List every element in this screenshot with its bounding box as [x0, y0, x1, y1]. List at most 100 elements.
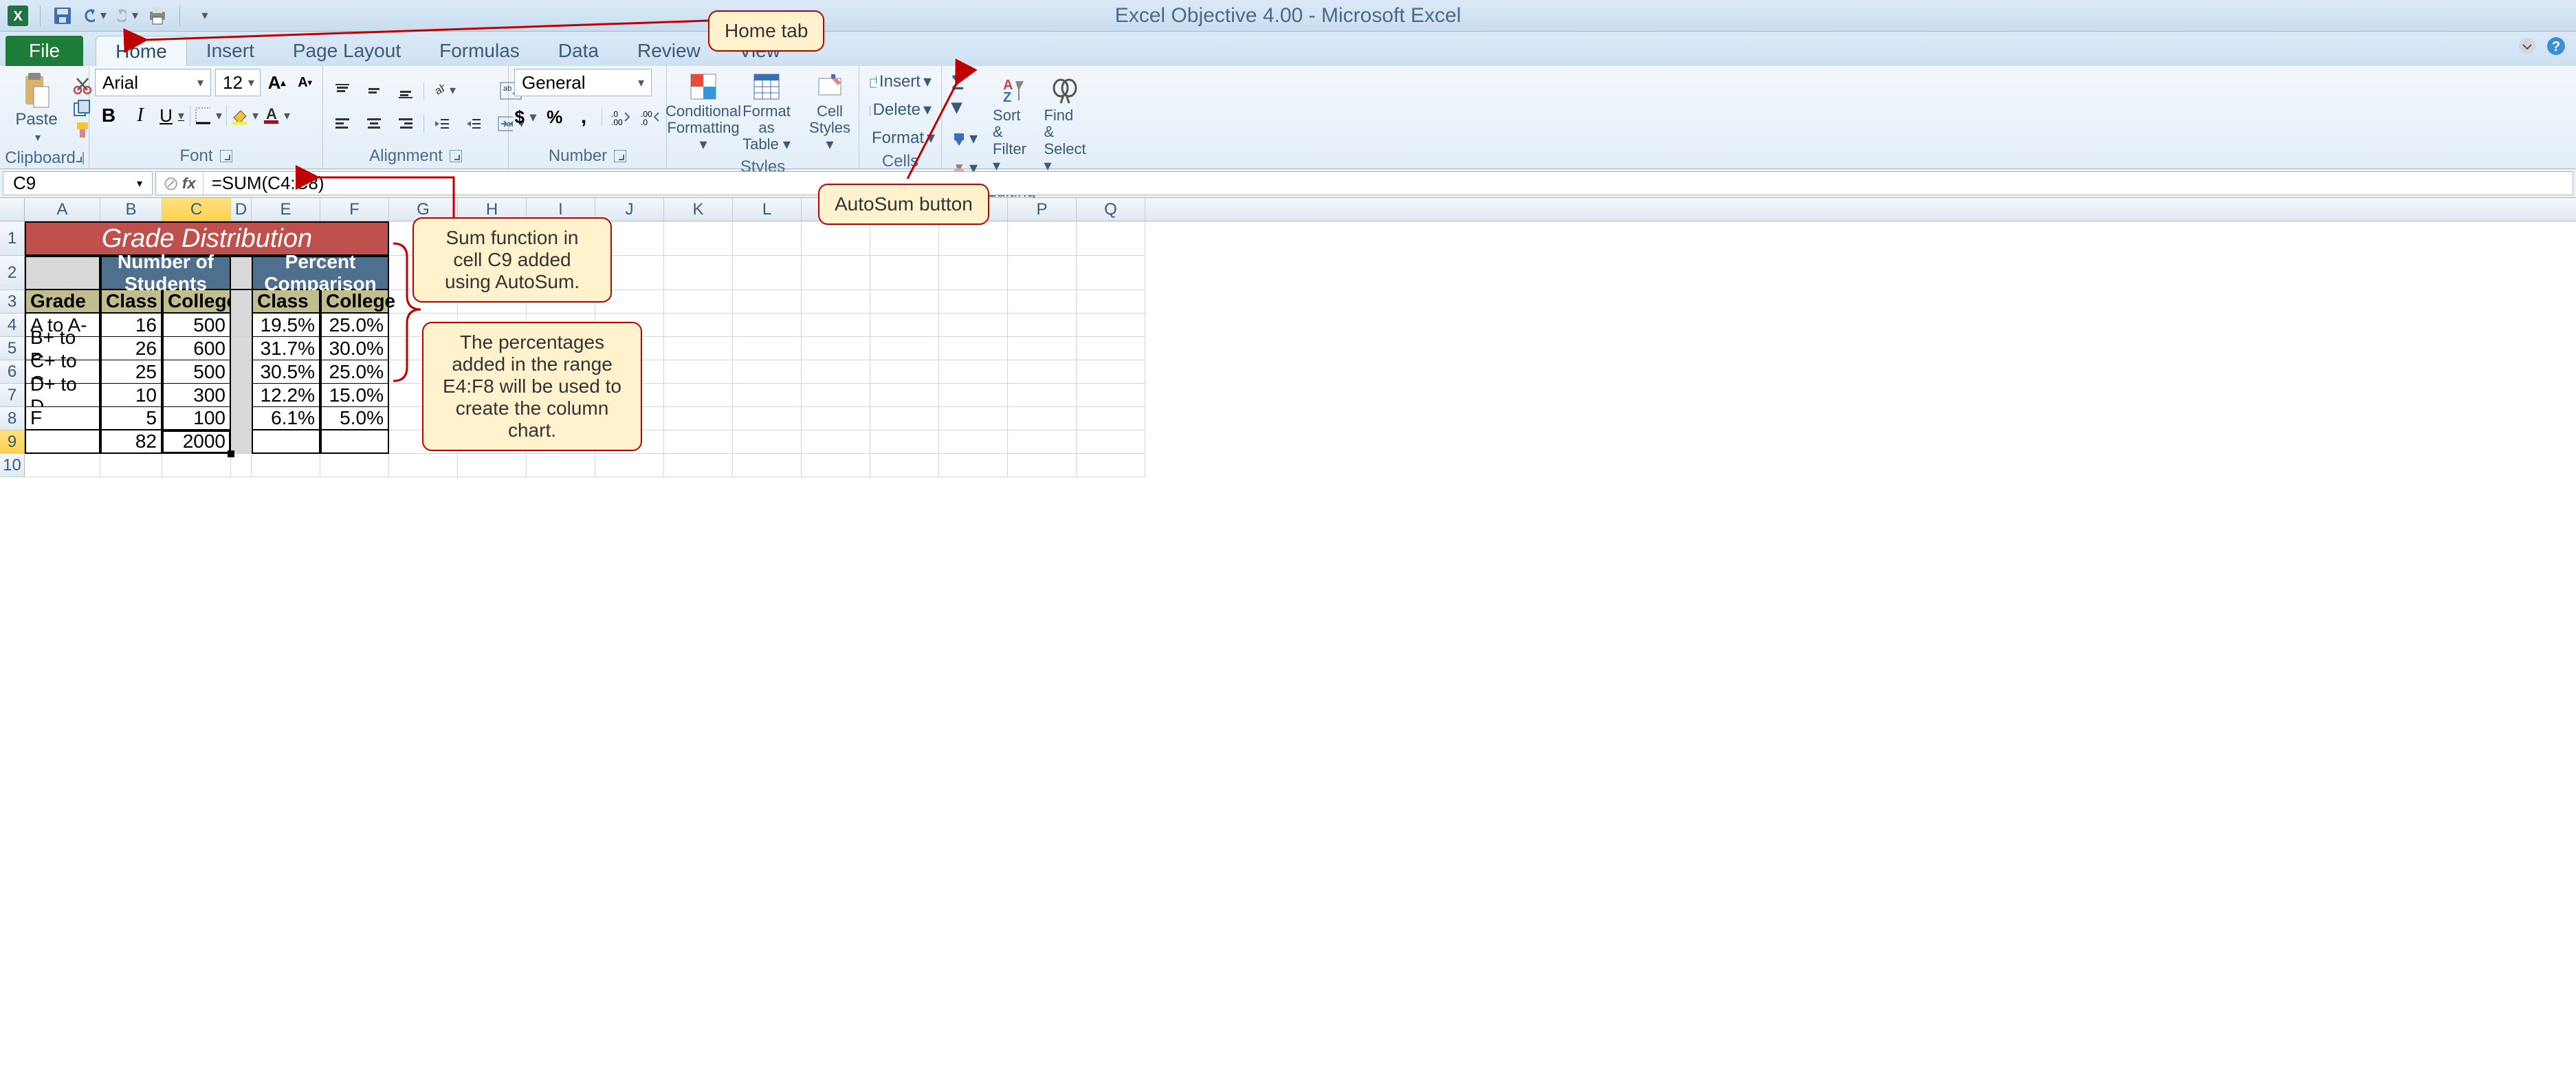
cell-P6[interactable]	[1008, 360, 1077, 384]
cell-O6[interactable]	[939, 360, 1008, 384]
tab-data[interactable]: Data	[539, 36, 618, 66]
cell-N9[interactable]	[870, 430, 939, 454]
italic-button[interactable]: I	[126, 103, 154, 128]
sort-filter-button[interactable]: AZ Sort &Filter ▾	[987, 73, 1035, 177]
border-button[interactable]	[195, 103, 222, 128]
fill-color-button[interactable]	[231, 103, 258, 128]
cell-B10[interactable]	[100, 454, 162, 477]
font-size-combo[interactable]: 12	[215, 69, 261, 96]
cell-college-2[interactable]: 500	[162, 360, 231, 384]
cell-K2[interactable]	[664, 256, 733, 290]
align-center-icon[interactable]	[360, 111, 388, 136]
cell-K5[interactable]	[664, 337, 733, 360]
cell-G10[interactable]	[389, 454, 458, 477]
redo-button[interactable]	[113, 3, 138, 28]
cell-A10[interactable]	[25, 454, 100, 477]
cell-pcollege-2[interactable]: 25.0%	[320, 360, 389, 384]
cell-P2[interactable]	[1008, 256, 1077, 290]
font-name-combo[interactable]: Arial	[95, 69, 211, 96]
cell-Q8[interactable]	[1077, 407, 1145, 430]
col-header-P[interactable]: P	[1008, 198, 1077, 221]
cell-L3[interactable]	[733, 290, 802, 314]
row-header-5[interactable]: 5	[0, 337, 25, 360]
cell-N10[interactable]	[870, 454, 939, 477]
cell-N3[interactable]	[870, 290, 939, 314]
row-header-8[interactable]: 8	[0, 407, 25, 430]
cell-M10[interactable]	[802, 454, 870, 477]
increase-indent-icon[interactable]	[460, 111, 487, 136]
cell-N8[interactable]	[870, 407, 939, 430]
row-header-7[interactable]: 7	[0, 384, 25, 407]
cell-D10[interactable]	[231, 454, 252, 477]
cell-pcollege-0[interactable]: 25.0%	[320, 314, 389, 337]
shrink-font-icon[interactable]: A▾	[293, 70, 317, 95]
cell-P8[interactable]	[1008, 407, 1077, 430]
increase-decimal-icon[interactable]: .0.00	[609, 105, 631, 129]
row-header-1[interactable]: 1	[0, 221, 25, 256]
file-tab[interactable]: File	[5, 36, 83, 66]
align-bottom-icon[interactable]	[392, 78, 419, 103]
conditional-formatting-button[interactable]: ConditionalFormatting ▾	[672, 69, 734, 156]
formula-input[interactable]: =SUM(C4:C8)	[203, 173, 2573, 194]
find-select-button[interactable]: Find &Select ▾	[1041, 73, 1089, 177]
fill-button[interactable]: ▾	[947, 126, 982, 151]
cell-K4[interactable]	[664, 314, 733, 337]
cell-P1[interactable]	[1008, 221, 1077, 256]
col-header-L[interactable]: L	[733, 198, 802, 221]
cell-L1[interactable]	[733, 221, 802, 256]
row-header-10[interactable]: 10	[0, 454, 25, 477]
cell-N1[interactable]	[870, 221, 939, 256]
cell-K1[interactable]	[664, 221, 733, 256]
total-college[interactable]: 2000	[162, 430, 231, 454]
col-class2[interactable]: Class	[252, 290, 320, 314]
cell-O10[interactable]	[939, 454, 1008, 477]
cell-P9[interactable]	[1008, 430, 1077, 454]
font-color-button[interactable]: A	[263, 103, 290, 128]
tab-formulas[interactable]: Formulas	[420, 36, 539, 66]
cell-N5[interactable]	[870, 337, 939, 360]
cell-K7[interactable]	[664, 384, 733, 407]
row-header-3[interactable]: 3	[0, 290, 25, 314]
cell-pcollege-3[interactable]: 15.0%	[320, 384, 389, 407]
cell-college-1[interactable]: 600	[162, 337, 231, 360]
cell-L2[interactable]	[733, 256, 802, 290]
cancel-formula-icon[interactable]: ⊘	[163, 172, 175, 195]
save-icon[interactable]	[50, 3, 75, 28]
row-header-4[interactable]: 4	[0, 314, 25, 337]
col-header-B[interactable]: B	[100, 198, 162, 221]
cell-class-2[interactable]: 25	[100, 360, 162, 384]
align-right-icon[interactable]	[392, 111, 419, 136]
cell-M2[interactable]	[802, 256, 870, 290]
tab-review[interactable]: Review	[618, 36, 720, 66]
cell-college-4[interactable]: 100	[162, 407, 231, 430]
cell-P10[interactable]	[1008, 454, 1077, 477]
underline-button[interactable]: U	[158, 103, 186, 128]
total-class[interactable]: 82	[100, 430, 162, 454]
cell-O5[interactable]	[939, 337, 1008, 360]
number-format-combo[interactable]: General	[514, 69, 652, 96]
minimize-ribbon-icon[interactable]	[2517, 36, 2538, 56]
cell-M4[interactable]	[802, 314, 870, 337]
col-header-C[interactable]: C	[162, 198, 231, 221]
cell-Q4[interactable]	[1077, 314, 1145, 337]
cell-L5[interactable]	[733, 337, 802, 360]
worksheet[interactable]: ABCDEFGHIJKLMNOPQ 12345678910 Grade Dist…	[0, 198, 2576, 477]
number-launcher[interactable]	[614, 150, 626, 162]
cell-class-0[interactable]: 16	[100, 314, 162, 337]
cell-P5[interactable]	[1008, 337, 1077, 360]
tab-page-layout[interactable]: Page Layout	[274, 36, 420, 66]
row-header-6[interactable]: 6	[0, 360, 25, 384]
autosum-button[interactable]: Σ ▾	[947, 69, 982, 122]
cell-P3[interactable]	[1008, 290, 1077, 314]
cell-college-3[interactable]: 300	[162, 384, 231, 407]
col-header-F[interactable]: F	[320, 198, 389, 221]
col-header-A[interactable]: A	[25, 198, 100, 221]
clipboard-launcher[interactable]	[82, 152, 84, 164]
align-top-icon[interactable]	[329, 78, 356, 103]
cell-styles-button[interactable]: CellStyles ▾	[799, 69, 861, 156]
cell-K10[interactable]	[664, 454, 733, 477]
cell-M5[interactable]	[802, 337, 870, 360]
cell-M8[interactable]	[802, 407, 870, 430]
cell-O4[interactable]	[939, 314, 1008, 337]
paste-button[interactable]: Paste▾	[5, 69, 67, 147]
